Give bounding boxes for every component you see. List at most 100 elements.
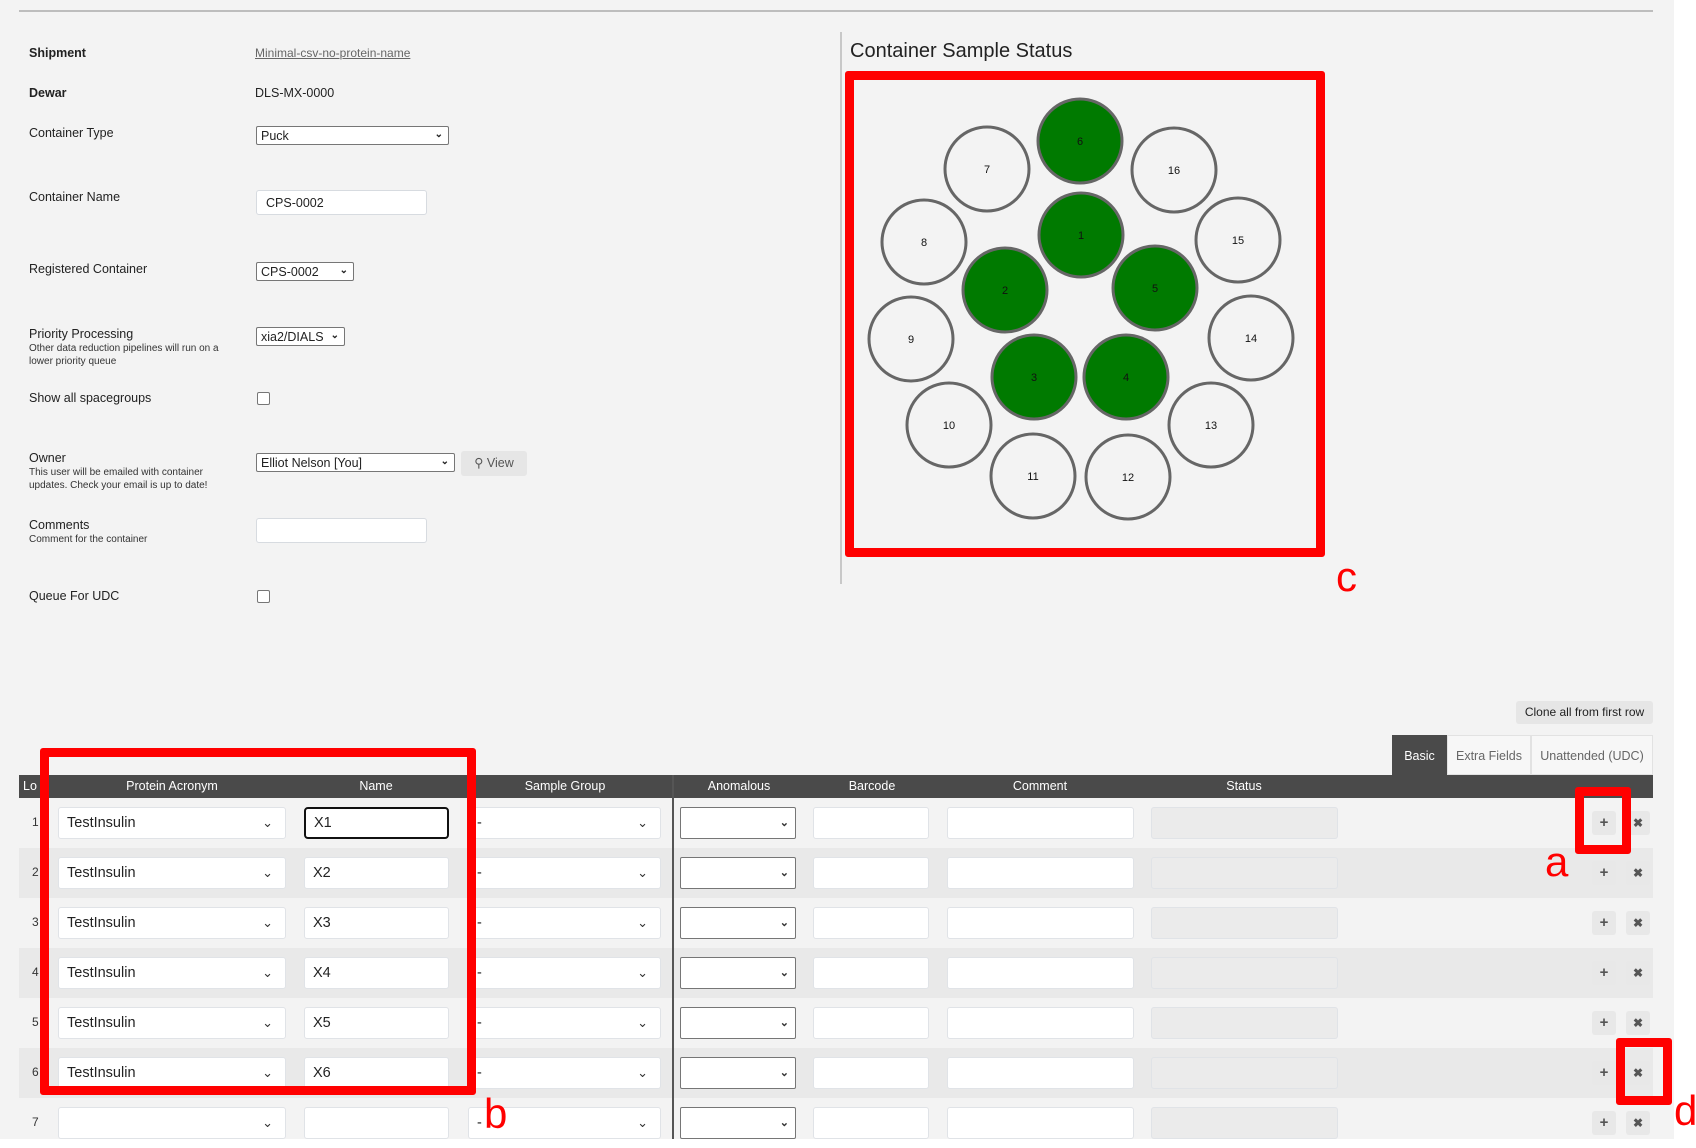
comment-input[interactable]: [947, 907, 1134, 939]
chevron-down-icon: ⌄: [779, 1067, 789, 1079]
chevron-down-icon: ⌄: [434, 129, 443, 140]
anomalous-select[interactable]: ⌄: [680, 907, 796, 939]
add-row-button[interactable]: +: [1592, 911, 1616, 935]
sample-name-input[interactable]: [304, 1107, 449, 1139]
row-location: 2: [32, 865, 39, 879]
plus-icon: +: [1599, 914, 1609, 931]
chevron-down-icon: ⌄: [779, 817, 789, 829]
col-comment: Comment: [1012, 779, 1068, 793]
chevron-down-icon: ⌄: [779, 917, 789, 929]
anomalous-select[interactable]: ⌄: [680, 807, 796, 839]
status-field: [1151, 907, 1338, 939]
col-location: Lo: [23, 779, 37, 793]
priority-label: Priority Processing: [29, 327, 134, 341]
clone-all-button[interactable]: Clone all from first row: [1516, 701, 1653, 724]
container-type-select[interactable]: Puck ⌄: [256, 126, 449, 145]
owner-select[interactable]: Elliot Nelson [You] ⌄: [256, 453, 455, 472]
sample-group-select[interactable]: - ⌄: [468, 857, 661, 889]
anomalous-select[interactable]: ⌄: [680, 857, 796, 889]
tab-extra-fields[interactable]: Extra Fields: [1447, 735, 1531, 775]
annotation-label-b: b: [484, 1090, 508, 1137]
status-field: [1151, 857, 1338, 889]
remove-row-button[interactable]: ✖: [1626, 911, 1650, 935]
remove-row-button[interactable]: ✖: [1626, 1111, 1650, 1135]
chevron-down-icon: ⌄: [637, 865, 648, 880]
barcode-input[interactable]: [813, 1057, 929, 1089]
status-field: [1151, 1107, 1338, 1139]
add-row-button[interactable]: +: [1592, 1061, 1616, 1085]
priority-select[interactable]: xia2/DIALS ⌄: [256, 327, 345, 346]
search-icon: ⚲: [474, 456, 484, 470]
spacegroups-checkbox[interactable]: [257, 392, 270, 405]
add-row-button[interactable]: +: [1592, 861, 1616, 885]
comment-input[interactable]: [947, 1007, 1134, 1039]
status-field: [1151, 957, 1338, 989]
anomalous-select[interactable]: ⌄: [680, 957, 796, 989]
barcode-input[interactable]: [813, 907, 929, 939]
sample-group-select[interactable]: - ⌄: [468, 1007, 661, 1039]
remove-row-button[interactable]: ✖: [1626, 861, 1650, 885]
annotation-box-b: [40, 748, 476, 1095]
shipment-label: Shipment: [29, 46, 86, 60]
comment-input[interactable]: [947, 1057, 1134, 1089]
view-owner-button[interactable]: ⚲ View: [461, 451, 527, 476]
status-field: [1151, 807, 1338, 839]
comment-input[interactable]: [947, 857, 1134, 889]
plus-icon: +: [1599, 1014, 1609, 1031]
barcode-input[interactable]: [813, 807, 929, 839]
chevron-down-icon: ⌄: [637, 1015, 648, 1030]
comment-input[interactable]: [947, 1107, 1134, 1139]
remove-row-button[interactable]: ✖: [1626, 961, 1650, 985]
remove-row-button[interactable]: ✖: [1626, 1011, 1650, 1035]
sample-group-select[interactable]: - ⌄: [468, 907, 661, 939]
add-row-button[interactable]: +: [1592, 1111, 1616, 1135]
comment-input[interactable]: [947, 807, 1134, 839]
close-icon: ✖: [1632, 1116, 1644, 1130]
barcode-input[interactable]: [813, 1007, 929, 1039]
dewar-label: Dewar: [29, 86, 67, 100]
add-row-button[interactable]: +: [1592, 961, 1616, 985]
protein-select[interactable]: ⌄: [58, 1107, 286, 1139]
close-icon: ✖: [1632, 966, 1644, 980]
annotation-box-a: [1575, 787, 1631, 854]
sample-group-select[interactable]: - ⌄: [468, 957, 661, 989]
annotation-box-c: [845, 71, 1325, 557]
close-icon: ✖: [1632, 816, 1644, 830]
udc-checkbox[interactable]: [257, 590, 270, 603]
sample-group-select[interactable]: - ⌄: [468, 807, 661, 839]
annotation-label-c: c: [1336, 553, 1357, 600]
anomalous-select[interactable]: ⌄: [680, 1007, 796, 1039]
container-name-input[interactable]: CPS-0002: [256, 190, 427, 215]
comments-help: Comment for the container: [29, 534, 148, 545]
barcode-input[interactable]: [813, 857, 929, 889]
barcode-input[interactable]: [813, 1107, 929, 1139]
chevron-down-icon: ⌄: [779, 1117, 789, 1129]
row-location: 6: [32, 1065, 39, 1079]
plus-icon: +: [1599, 1114, 1609, 1131]
add-row-button[interactable]: +: [1592, 1011, 1616, 1035]
registered-container-select[interactable]: CPS-0002 ⌄: [256, 262, 354, 281]
barcode-input[interactable]: [813, 957, 929, 989]
col-status: Status: [1226, 779, 1262, 793]
owner-help: This user will be emailed with container…: [29, 467, 208, 491]
close-icon: ✖: [1632, 866, 1644, 880]
chevron-down-icon: ⌄: [637, 965, 648, 980]
sample-group-select[interactable]: - ⌄: [468, 1057, 661, 1089]
plus-icon: +: [1599, 1064, 1609, 1081]
chevron-down-icon: ⌄: [637, 1115, 648, 1130]
row-location: 7: [32, 1115, 39, 1129]
tab-unattended[interactable]: Unattended (UDC): [1531, 735, 1653, 775]
chevron-down-icon: ⌄: [262, 1115, 273, 1130]
comments-input[interactable]: [256, 518, 427, 543]
comment-input[interactable]: [947, 957, 1134, 989]
comments-label: Comments: [29, 518, 90, 532]
annotation-label-d: d: [1674, 1087, 1696, 1134]
anomalous-select[interactable]: ⌄: [680, 1057, 796, 1089]
chevron-down-icon: ⌄: [440, 456, 449, 467]
shipment-link[interactable]: Minimal-csv-no-protein-name: [255, 46, 410, 60]
table-row: 7 ⌄ - ⌄ ⌄ + ✖: [19, 1098, 1653, 1148]
anomalous-select[interactable]: ⌄: [680, 1107, 796, 1139]
tab-basic[interactable]: Basic: [1392, 735, 1447, 775]
plus-icon: +: [1599, 864, 1609, 881]
row-location: 5: [32, 1015, 39, 1029]
